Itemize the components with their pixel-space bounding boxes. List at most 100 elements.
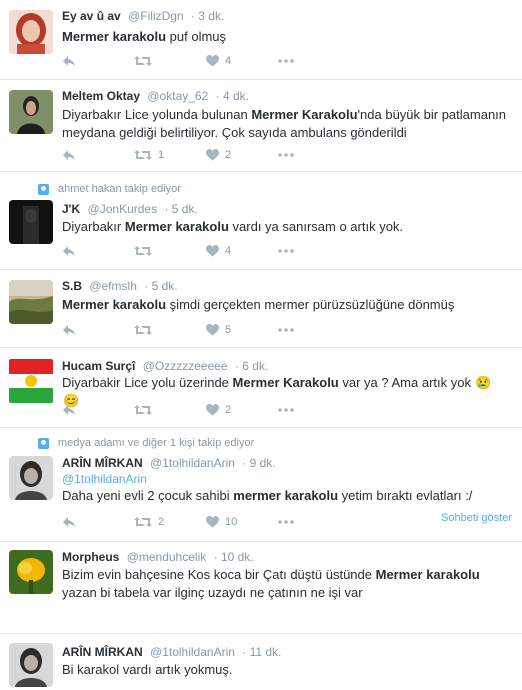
handle[interactable]: @1tolhildanArin xyxy=(150,456,235,470)
reply-icon xyxy=(63,56,75,66)
display-name[interactable]: ARÎN MÎRKAN xyxy=(62,456,143,470)
display-name[interactable]: Ey av û av xyxy=(62,9,121,23)
text-segment: Bizim evin bahçesine Kos koca bir Çatı d… xyxy=(62,567,376,582)
retweet-button[interactable]: 2 xyxy=(134,516,206,528)
tweet[interactable]: S.B @efmslh · 5 dk. Mermer karakolu şimd… xyxy=(0,270,522,348)
avatar[interactable] xyxy=(9,280,53,324)
tweet-header: ARÎN MÎRKAN @1tolhildanArin · 11 dk. xyxy=(62,645,281,659)
emoji: 😢 xyxy=(474,375,492,390)
display-name[interactable]: Meltem Oktay xyxy=(62,89,140,103)
tweet[interactable]: Morpheus @menduhcelik · 10 dk. Bizim evi… xyxy=(0,542,522,634)
display-name[interactable]: Morpheus xyxy=(62,550,119,564)
avatar[interactable] xyxy=(9,200,53,244)
handle[interactable]: @FilizDgn xyxy=(128,9,184,23)
retweet-icon xyxy=(134,517,152,527)
like-count: 2 xyxy=(225,149,232,161)
highlighted-keyword: Mermer karakolu xyxy=(62,29,167,44)
like-icon xyxy=(206,404,219,416)
like-button[interactable]: 4 xyxy=(206,55,278,67)
retweet-button[interactable] xyxy=(134,55,206,67)
retweet-button[interactable] xyxy=(134,324,206,336)
retweet-icon xyxy=(134,246,152,256)
reply-button[interactable] xyxy=(62,404,134,416)
show-conversation-link[interactable]: Sohbeti göster xyxy=(441,512,512,524)
more-button[interactable] xyxy=(278,153,294,157)
like-button[interactable]: 5 xyxy=(206,324,278,336)
more-icon xyxy=(278,59,294,63)
timestamp[interactable]: · 9 dk. xyxy=(242,456,275,470)
reply-to-handle[interactable]: @1tolhildanArin xyxy=(62,472,147,486)
like-count: 5 xyxy=(225,324,232,336)
tweet[interactable]: ARÎN MÎRKAN @1tolhildanArin · 11 dk. Bi … xyxy=(0,634,522,690)
reply-button[interactable] xyxy=(62,55,134,67)
avatar[interactable] xyxy=(9,550,53,594)
follow-context-icon xyxy=(38,437,49,449)
avatar[interactable] xyxy=(9,456,53,500)
display-name[interactable]: S.B xyxy=(62,279,82,293)
reply-icon xyxy=(63,246,75,256)
reply-button[interactable] xyxy=(62,324,134,336)
tweet[interactable]: Hucam Surçî @Ozzzzzeeeee · 6 dk. Diyarba… xyxy=(0,348,522,428)
avatar[interactable] xyxy=(9,90,53,134)
reply-button[interactable] xyxy=(62,149,134,161)
retweet-icon xyxy=(134,325,152,335)
avatar[interactable] xyxy=(9,359,53,403)
tweet-actions: 4 xyxy=(62,53,294,69)
timestamp[interactable]: · 10 dk. xyxy=(214,550,254,564)
avatar[interactable] xyxy=(9,643,53,687)
highlighted-keyword: Mermer karakolu xyxy=(62,297,167,312)
reply-icon xyxy=(63,517,75,527)
retweet-button[interactable] xyxy=(134,404,206,416)
tweet[interactable]: medya adamı ve diğer 1 kişi takip ediyor… xyxy=(0,428,522,542)
tweet-actions: 1 2 xyxy=(62,147,294,163)
more-button[interactable] xyxy=(278,520,294,524)
follow-context-text[interactable]: medya adamı ve diğer 1 kişi takip ediyor xyxy=(58,437,254,449)
tweet-header: Meltem Oktay @oktay_62 · 4 dk. xyxy=(62,89,249,103)
timestamp[interactable]: · 6 dk. xyxy=(235,359,268,373)
tweet[interactable]: Meltem Oktay @oktay_62 · 4 dk. Diyarbakı… xyxy=(0,80,522,172)
timestamp[interactable]: · 3 dk. xyxy=(191,9,224,23)
handle[interactable]: @efmslh xyxy=(89,279,137,293)
handle[interactable]: @oktay_62 xyxy=(147,89,208,103)
tweet[interactable]: ahmet hakan takip ediyor J'K @JonKurdes … xyxy=(0,172,522,270)
timestamp[interactable]: · 5 dk. xyxy=(164,202,197,216)
like-icon xyxy=(206,55,219,67)
like-button[interactable]: 10 xyxy=(206,516,278,528)
timeline: Ey av û av @FilizDgn · 3 dk. Mermer kara… xyxy=(0,0,522,690)
text-segment: var ya ? Ama artık yok xyxy=(338,375,471,390)
tweet-text: Mermer karakolu şimdi gerçekten mermer p… xyxy=(62,296,508,314)
display-name[interactable]: J'K xyxy=(62,202,80,216)
like-icon xyxy=(206,324,219,336)
retweet-button[interactable] xyxy=(134,245,206,257)
more-button[interactable] xyxy=(278,408,294,412)
tweet[interactable]: Ey av û av @FilizDgn · 3 dk. Mermer kara… xyxy=(0,0,522,80)
display-name[interactable]: ARÎN MÎRKAN xyxy=(62,645,143,659)
tweet-actions: 2 10 xyxy=(62,514,294,530)
text-segment: Daha yeni evli 2 çocuk sahibi xyxy=(62,488,234,503)
more-icon xyxy=(278,153,294,157)
handle[interactable]: @JonKurdes xyxy=(88,202,158,216)
tweet-actions: 2 xyxy=(62,402,294,418)
more-button[interactable] xyxy=(278,59,294,63)
retweet-button[interactable]: 1 xyxy=(134,149,206,161)
follow-context-text[interactable]: ahmet hakan takip ediyor xyxy=(58,183,181,195)
like-count: 10 xyxy=(225,516,238,528)
avatar[interactable] xyxy=(9,10,53,54)
text-segment: Diyarbakir Lice yolu üzerinde xyxy=(62,375,233,390)
handle[interactable]: @menduhcelik xyxy=(127,550,207,564)
tweet-actions: 5 xyxy=(62,322,294,338)
like-button[interactable]: 2 xyxy=(206,404,278,416)
more-button[interactable] xyxy=(278,328,294,332)
reply-button[interactable] xyxy=(62,245,134,257)
timestamp[interactable]: · 11 dk. xyxy=(242,645,281,659)
handle[interactable]: @Ozzzzzeeeee xyxy=(143,359,228,373)
handle[interactable]: @1tolhildanArin xyxy=(150,645,235,659)
like-button[interactable]: 4 xyxy=(206,245,278,257)
more-button[interactable] xyxy=(278,249,294,253)
like-button[interactable]: 2 xyxy=(206,149,278,161)
timestamp[interactable]: · 5 dk. xyxy=(144,279,177,293)
tweet-header: Hucam Surçî @Ozzzzzeeeee · 6 dk. xyxy=(62,359,268,373)
reply-button[interactable] xyxy=(62,516,134,528)
display-name[interactable]: Hucam Surçî xyxy=(62,359,135,373)
timestamp[interactable]: · 4 dk. xyxy=(216,89,249,103)
